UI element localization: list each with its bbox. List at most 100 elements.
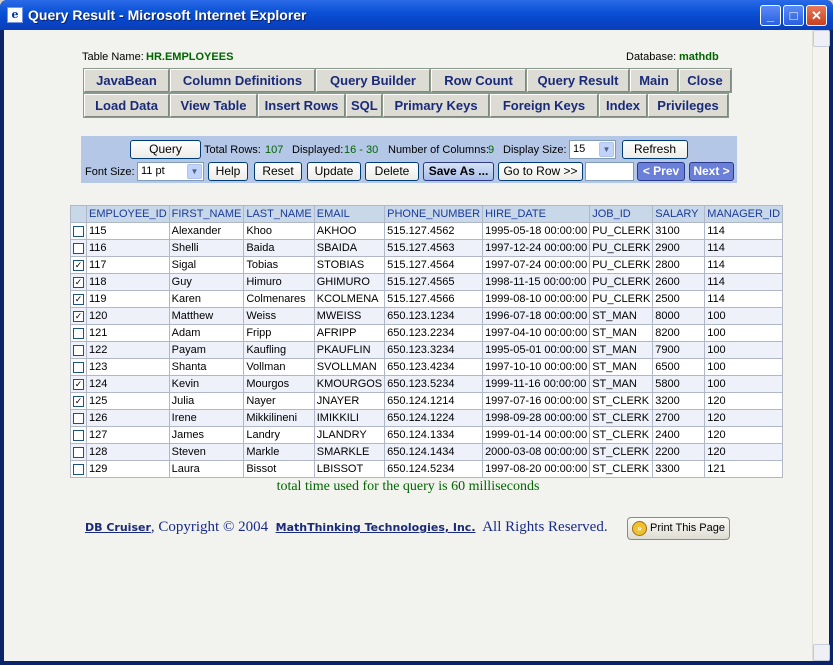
table-cell[interactable]: ST_MAN	[589, 307, 654, 325]
table-cell[interactable]: 8200	[652, 324, 706, 342]
table-cell[interactable]: 125	[86, 392, 170, 410]
table-cell[interactable]: Landry	[243, 426, 315, 444]
table-cell[interactable]: 100	[704, 375, 784, 393]
table-cell[interactable]: 1998-09-28 00:00:00	[482, 409, 591, 427]
column-header[interactable]: JOB_ID	[589, 205, 654, 223]
table-cell[interactable]: 515.127.4566	[384, 290, 484, 308]
table-cell[interactable]: 120	[704, 426, 784, 444]
table-cell[interactable]: 1997-04-10 00:00:00	[482, 324, 591, 342]
table-cell[interactable]: Steven	[168, 443, 245, 461]
table-cell[interactable]: 2900	[652, 239, 706, 257]
query-button[interactable]: Query	[130, 140, 201, 159]
table-cell[interactable]: Nayer	[243, 392, 315, 410]
table-cell[interactable]: 3300	[652, 460, 706, 478]
table-cell[interactable]: 123	[86, 358, 170, 376]
row-checkbox[interactable]	[73, 361, 84, 373]
table-cell[interactable]: 650.124.1214	[384, 392, 484, 410]
column-header[interactable]: SALARY	[652, 205, 706, 223]
vertical-scrollbar[interactable]	[812, 30, 830, 661]
company-link[interactable]: MathThinking Technologies, Inc.	[276, 521, 476, 534]
table-cell[interactable]: Himuro	[243, 273, 315, 291]
column-definitions-button[interactable]: Column Definitions	[169, 68, 316, 93]
table-cell[interactable]: 117	[86, 256, 170, 274]
table-cell[interactable]: 127	[86, 426, 170, 444]
table-cell[interactable]: 1997-08-20 00:00:00	[482, 460, 591, 478]
table-cell[interactable]: Fripp	[243, 324, 315, 342]
javabean-button[interactable]: JavaBean	[83, 68, 170, 93]
table-cell[interactable]: ST_CLERK	[589, 426, 654, 444]
table-row[interactable]: 123 Shanta Vollman SVOLLMAN 650.123.4234 1997…	[70, 358, 784, 376]
table-cell[interactable]: AFRIPP	[313, 324, 386, 342]
table-cell[interactable]: Markle	[243, 443, 315, 461]
table-cell[interactable]: 2800	[652, 256, 706, 274]
row-count-button[interactable]: Row Count	[430, 68, 527, 93]
table-cell[interactable]: Sigal	[168, 256, 245, 274]
table-row[interactable]: 129 Laura Bissot LBISSOT 650.124.5234 1997-08…	[70, 460, 784, 478]
table-row[interactable]: ✓ 118 Guy Himuro GHIMURO 515.127.4565 1998-11-…	[70, 273, 784, 291]
table-row[interactable]: 126 Irene Mikkilineni IMIKKILI 650.124.1224 1…	[70, 409, 784, 427]
sql-button[interactable]: SQL	[345, 93, 383, 118]
table-row[interactable]: 115 Alexander Khoo AKHOO 515.127.4562 1995-05…	[70, 222, 784, 240]
load-data-button[interactable]: Load Data	[83, 93, 170, 118]
view-table-button[interactable]: View Table	[169, 93, 258, 118]
table-cell[interactable]: 100	[704, 307, 784, 325]
table-row[interactable]: ✓ 124 Kevin Mourgos KMOURGOS 650.123.5234 1999…	[70, 375, 784, 393]
table-cell[interactable]: 120	[704, 443, 784, 461]
table-cell[interactable]: 115	[86, 222, 170, 240]
table-cell[interactable]: 118	[86, 273, 170, 291]
table-cell[interactable]: 515.127.4563	[384, 239, 484, 257]
delete-button[interactable]: Delete	[365, 162, 419, 181]
table-cell[interactable]: 515.127.4562	[384, 222, 484, 240]
table-cell[interactable]: 114	[704, 222, 784, 240]
table-cell[interactable]: JLANDRY	[313, 426, 386, 444]
row-checkbox[interactable]: ✓	[73, 276, 84, 288]
table-cell[interactable]: 650.124.5234	[384, 460, 484, 478]
table-cell[interactable]: SBAIDA	[313, 239, 386, 257]
table-cell[interactable]: 114	[704, 290, 784, 308]
column-header[interactable]: PHONE_NUMBER	[384, 205, 484, 223]
table-cell[interactable]: SVOLLMAN	[313, 358, 386, 376]
print-page-button[interactable]: » Print This Page	[627, 517, 730, 540]
insert-rows-button[interactable]: Insert Rows	[257, 93, 346, 118]
table-cell[interactable]: 650.123.3234	[384, 341, 484, 359]
table-cell[interactable]: 1997-12-24 00:00:00	[482, 239, 591, 257]
table-cell[interactable]: Adam	[168, 324, 245, 342]
column-header[interactable]: HIRE_DATE	[482, 205, 591, 223]
table-cell[interactable]: 126	[86, 409, 170, 427]
table-cell[interactable]: AKHOO	[313, 222, 386, 240]
scroll-up-button[interactable]	[813, 30, 830, 47]
table-cell[interactable]: 7900	[652, 341, 706, 359]
table-cell[interactable]: 121	[704, 460, 784, 478]
table-cell[interactable]: 120	[704, 409, 784, 427]
table-cell[interactable]: 122	[86, 341, 170, 359]
table-cell[interactable]: Guy	[168, 273, 245, 291]
scroll-down-button[interactable]	[813, 644, 830, 661]
table-cell[interactable]: 120	[704, 392, 784, 410]
table-cell[interactable]: 650.123.4234	[384, 358, 484, 376]
table-cell[interactable]: PU_CLERK	[589, 290, 654, 308]
row-checkbox[interactable]: ✓	[73, 293, 84, 305]
close-window-button[interactable]: ✕	[806, 5, 827, 26]
table-cell[interactable]: 1997-10-10 00:00:00	[482, 358, 591, 376]
table-cell[interactable]: 2600	[652, 273, 706, 291]
next-page-button[interactable]: Next >	[689, 162, 734, 181]
table-cell[interactable]: 3200	[652, 392, 706, 410]
primary-keys-button[interactable]: Primary Keys	[382, 93, 490, 118]
table-cell[interactable]: Baida	[243, 239, 315, 257]
table-cell[interactable]: Shanta	[168, 358, 245, 376]
table-cell[interactable]: 1999-11-16 00:00:00	[482, 375, 591, 393]
row-checkbox[interactable]	[73, 463, 84, 475]
table-cell[interactable]: 8000	[652, 307, 706, 325]
table-cell[interactable]: Vollman	[243, 358, 315, 376]
table-cell[interactable]: 121	[86, 324, 170, 342]
table-cell[interactable]: 1997-07-16 00:00:00	[482, 392, 591, 410]
table-row[interactable]: 127 James Landry JLANDRY 650.124.1334 1999-01…	[70, 426, 784, 444]
reset-button[interactable]: Reset	[254, 162, 302, 181]
table-cell[interactable]: ST_CLERK	[589, 409, 654, 427]
help-button[interactable]: Help	[208, 162, 248, 181]
privileges-button[interactable]: Privileges	[647, 93, 729, 118]
table-cell[interactable]: JNAYER	[313, 392, 386, 410]
table-cell[interactable]: 2400	[652, 426, 706, 444]
prev-page-button[interactable]: < Prev	[637, 162, 685, 181]
table-cell[interactable]: 124	[86, 375, 170, 393]
